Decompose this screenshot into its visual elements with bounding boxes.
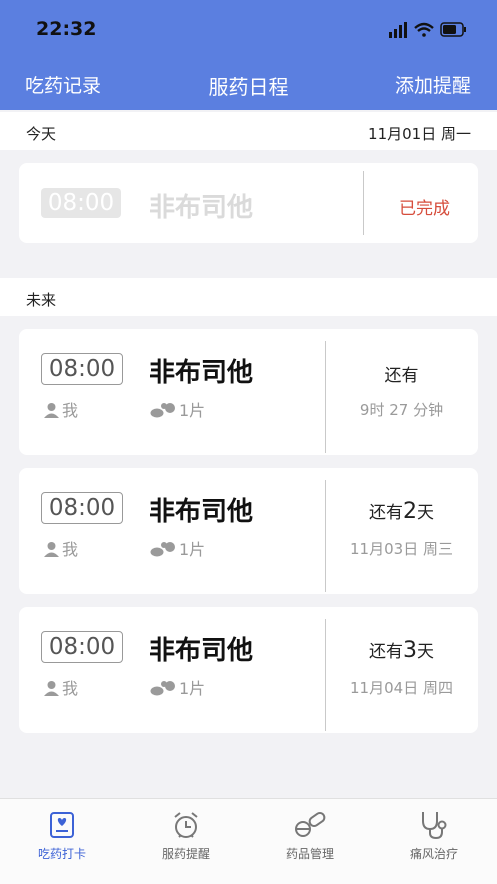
status-time: 22:32 [36, 18, 97, 40]
battery-icon [440, 22, 466, 37]
person: 我 [43, 397, 78, 421]
person-icon [44, 681, 59, 696]
stethoscope-icon [422, 812, 447, 840]
bottom-tab-bar: 吃药打卡 服药提醒 药品管理 痛风治疗 [0, 798, 497, 884]
tab-label: 服药提醒 [161, 847, 210, 861]
checkin-icon [50, 812, 74, 838]
dose-time: 08:00 [41, 631, 123, 663]
pill-dose-icon [150, 542, 175, 557]
card-divider [363, 171, 364, 235]
remaining-detail: 11月03日 周三 [350, 540, 453, 558]
tab-medicine[interactable]: 药品管理 [248, 809, 372, 862]
dose-card[interactable]: 08:00 非布司他 我 1片 还有2天 11月03日 周三 [19, 468, 478, 594]
tab-label: 药品管理 [285, 847, 334, 861]
wifi-icon [414, 22, 434, 37]
card-divider [325, 480, 326, 592]
future-label: 未来 [26, 291, 57, 309]
person: 我 [43, 675, 78, 699]
dose: 我1片 [150, 675, 205, 699]
person-icon [44, 542, 59, 557]
signal-icon [389, 22, 407, 38]
drug-name: 非布司他 [149, 358, 254, 388]
completed-status: 已完成 [399, 199, 450, 219]
dose: 1片 [150, 397, 205, 421]
alarm-clock-icon [174, 812, 198, 838]
remaining-time: 还有 [384, 366, 419, 386]
add-reminder-link[interactable]: 添加提醒 [395, 71, 471, 98]
tab-checkin[interactable]: 吃药打卡 [0, 809, 124, 862]
remaining-time: 还有3天 [369, 638, 434, 663]
remaining-detail: 9时 27 分钟 [359, 401, 444, 419]
pill-dose-icon [150, 681, 175, 696]
person: 我 [43, 536, 78, 560]
drug-name: 非布司他 [149, 193, 254, 223]
app-header: 22:32 吃药记录 服药日程 添加提醒 [0, 0, 497, 110]
remaining-detail: 11月04日 周四 [350, 679, 453, 697]
future-section-header: 未来 [0, 278, 497, 316]
drug-name: 非布司他 [149, 497, 254, 527]
today-label: 今天 [26, 125, 57, 143]
status-icons [389, 22, 466, 38]
today-date: 11月01日 周一 [368, 125, 471, 143]
card-divider [325, 341, 326, 453]
dose-card[interactable]: 08:00 非布司他 我 1片 还有 9时 27 分钟 [19, 329, 478, 455]
remaining-time: 还有2天 [369, 499, 434, 524]
today-dose-card[interactable]: 08:00 非布司他 已完成 [19, 163, 478, 243]
pill-dose-icon [150, 403, 175, 418]
card-divider [325, 619, 326, 731]
dose-time: 08:00 [41, 353, 123, 385]
person-icon [44, 403, 59, 418]
pill-icon [295, 811, 326, 837]
dose-time: 08:00 [41, 188, 121, 218]
today-section-header: 今天 11月01日 周一 [0, 112, 497, 150]
tab-reminder[interactable]: 服药提醒 [124, 809, 248, 862]
tab-gout-treatment[interactable]: 痛风治疗 [372, 809, 496, 862]
dose-card[interactable]: 08:00 非布司他 我 我1片 还有3天 11月04日 周四 [19, 607, 478, 733]
dose: 1片 [150, 536, 205, 560]
tab-label: 痛风治疗 [409, 847, 458, 861]
drug-name: 非布司他 [149, 636, 254, 666]
tab-label: 吃药打卡 [37, 847, 86, 861]
dose-time: 08:00 [41, 492, 123, 524]
